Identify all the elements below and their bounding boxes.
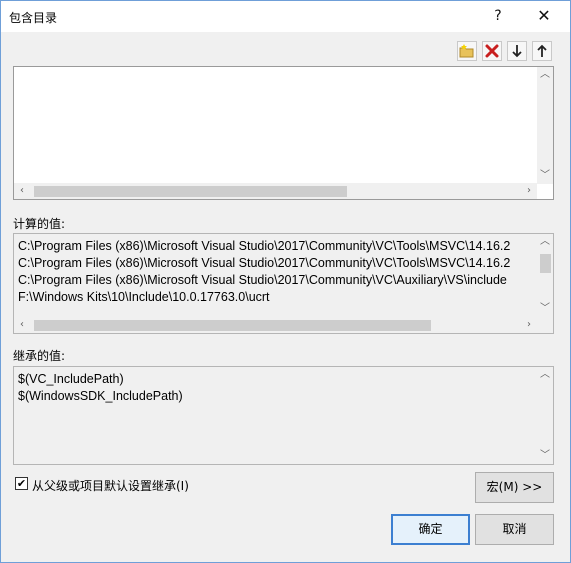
list-item: C:\Program Files (x86)\Microsoft Visual … [18,273,507,287]
move-down-button[interactable] [507,41,527,61]
list-item: C:\Program Files (x86)\Microsoft Visual … [18,256,511,270]
computed-values-label: 计算的值: [13,217,66,231]
inherited-vertical-scrollbar[interactable]: ︿ ﹀ [537,367,553,464]
inherited-values-label: 继承的值: [13,349,66,363]
scroll-thumb[interactable] [34,186,347,197]
scroll-thumb[interactable] [540,254,551,273]
arrow-up-icon [537,44,547,57]
scroll-down-icon[interactable]: ﹀ [537,168,553,184]
inherit-checkbox-label[interactable]: 从父级或项目默认设置继承(I) [32,477,189,494]
computed-values-list: C:\Program Files (x86)\Microsoft Visual … [13,233,554,334]
scroll-up-icon[interactable]: ︿ [537,67,553,83]
editor-vertical-scrollbar[interactable]: ︿ ﹀ [537,67,553,184]
list-item: $(VC_IncludePath) [18,372,124,386]
ok-button[interactable]: 确定 [391,514,470,545]
arrow-down-icon [512,45,522,58]
close-button[interactable]: ✕ [531,5,557,27]
inherit-checkbox[interactable]: ✔ [15,477,28,490]
scroll-right-icon[interactable]: › [521,183,537,199]
editor-horizontal-scrollbar[interactable]: ‹ › [14,183,537,199]
include-directories-dialog: 包含目录 ? ✕ ︿ ﹀ ‹ › 计算的值: C:\Program Files … [0,0,571,563]
list-item: F:\Windows Kits\10\Include\10.0.17763.0\… [18,290,270,304]
help-button[interactable]: ? [485,5,511,27]
scroll-right-icon[interactable]: › [521,317,537,333]
move-up-button[interactable] [532,41,552,61]
inherited-values-list: $(VC_IncludePath) $(WindowsSDK_IncludePa… [13,366,554,465]
scroll-left-icon[interactable]: ‹ [14,183,30,199]
list-item: C:\Program Files (x86)\Microsoft Visual … [18,239,511,253]
computed-vertical-scrollbar[interactable]: ︿ ﹀ [537,234,553,318]
cancel-button[interactable]: 取消 [475,514,554,545]
title-bar: 包含目录 ? ✕ [1,1,570,32]
scroll-thumb[interactable] [34,320,431,331]
delete-button[interactable] [482,41,502,61]
scroll-down-icon[interactable]: ﹀ [537,301,553,317]
scroll-up-icon[interactable]: ︿ [537,367,553,383]
delete-icon [485,44,499,58]
macros-button[interactable]: 宏(M) >> [475,472,554,503]
list-item: $(WindowsSDK_IncludePath) [18,389,183,403]
scroll-up-icon[interactable]: ︿ [537,234,553,250]
scroll-down-icon[interactable]: ﹀ [537,448,553,464]
scroll-left-icon[interactable]: ‹ [14,317,30,333]
dialog-title: 包含目录 [9,11,58,25]
computed-horizontal-scrollbar[interactable]: ‹ › [14,317,537,333]
include-paths-editor[interactable]: ︿ ﹀ ‹ › [13,66,554,200]
new-folder-icon [459,44,474,58]
new-line-button[interactable] [457,41,477,61]
